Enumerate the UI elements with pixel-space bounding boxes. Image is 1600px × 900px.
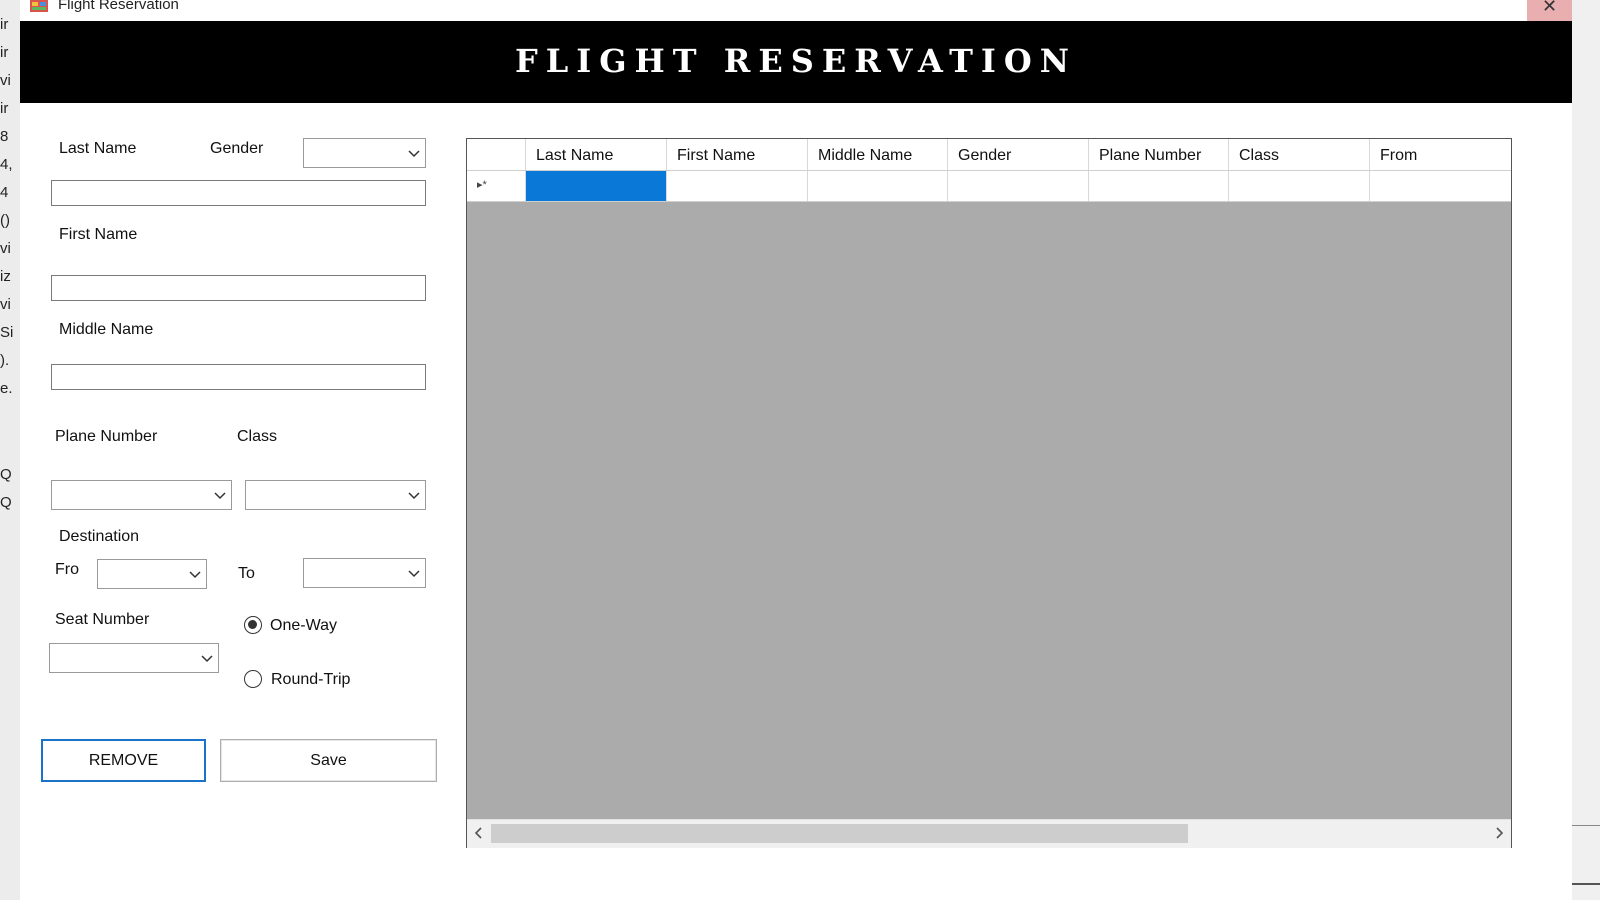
one-way-label[interactable]: One-Way <box>270 617 337 635</box>
class-dropdown[interactable] <box>245 480 426 510</box>
first-name-label: First Name <box>59 226 138 243</box>
background-text: ). <box>0 352 10 369</box>
background-text: 8 <box>0 128 9 145</box>
background-text: Q <box>0 466 12 483</box>
table-cell[interactable] <box>947 171 1088 201</box>
background-divider <box>1572 883 1600 885</box>
table-cell[interactable] <box>1088 171 1228 201</box>
header-banner: FLIGHT RESERVATION <box>20 21 1572 103</box>
table-cell[interactable] <box>1369 171 1511 201</box>
table-row[interactable]: ▸* <box>467 171 1511 202</box>
seat-number-dropdown[interactable] <box>49 643 219 673</box>
table-cell[interactable] <box>525 171 666 201</box>
scroll-left-icon[interactable] <box>472 826 486 840</box>
column-header-first-name[interactable]: First Name <box>666 139 807 170</box>
banner-title: FLIGHT RESERVATION <box>515 42 1077 80</box>
reservations-grid[interactable]: Last Name First Name Middle Name Gender … <box>466 138 1512 848</box>
chevron-down-icon <box>408 570 420 578</box>
close-button[interactable]: ✕ <box>1527 0 1572 21</box>
column-header-from[interactable]: From <box>1369 139 1511 170</box>
background-text: Q <box>0 494 12 511</box>
from-dropdown[interactable] <box>97 559 207 589</box>
to-label: To <box>238 565 255 582</box>
chevron-down-icon <box>189 571 201 579</box>
horizontal-scrollbar[interactable] <box>467 819 1511 848</box>
background-text: vi <box>0 296 11 313</box>
background-text: 4 <box>0 184 9 201</box>
middle-name-input[interactable] <box>51 364 426 390</box>
destination-label: Destination <box>59 528 140 545</box>
row-header[interactable]: ▸* <box>467 171 525 201</box>
background-text: iz <box>0 268 11 285</box>
last-name-label: Last Name <box>59 140 137 157</box>
row-header-corner[interactable] <box>467 139 525 170</box>
new-row-indicator-icon: ▸* <box>477 179 487 191</box>
plane-number-label: Plane Number <box>55 428 158 445</box>
to-dropdown[interactable] <box>303 558 426 588</box>
background-text: ir <box>0 100 9 117</box>
background-text: ir <box>0 44 9 61</box>
app-icon <box>30 0 48 12</box>
column-header-class[interactable]: Class <box>1228 139 1369 170</box>
flight-reservation-window: Flight Reservation ✕ FLIGHT RESERVATION … <box>20 0 1572 900</box>
close-icon: ✕ <box>1541 0 1558 16</box>
column-header-last-name[interactable]: Last Name <box>525 139 666 170</box>
table-cell[interactable] <box>666 171 807 201</box>
chevron-down-icon <box>408 150 420 158</box>
background-text: e. <box>0 380 13 397</box>
background-text: ir <box>0 16 9 33</box>
save-button[interactable]: Save <box>220 739 437 782</box>
column-header-gender[interactable]: Gender <box>947 139 1088 170</box>
chevron-down-icon <box>408 492 420 500</box>
window-title: Flight Reservation <box>58 0 179 13</box>
background-text: () <box>0 212 10 229</box>
chevron-down-icon <box>214 492 226 500</box>
background-text: Si <box>0 324 14 341</box>
middle-name-label: Middle Name <box>59 321 154 338</box>
last-name-input[interactable] <box>51 180 426 206</box>
title-bar[interactable]: Flight Reservation ✕ <box>20 0 1572 21</box>
table-cell[interactable] <box>1228 171 1369 201</box>
round-trip-radio[interactable] <box>244 670 262 688</box>
table-cell[interactable] <box>807 171 947 201</box>
background-text: vi <box>0 72 11 89</box>
one-way-radio[interactable] <box>244 616 262 634</box>
class-label: Class <box>237 428 278 445</box>
radio-selected-dot <box>248 620 257 629</box>
grid-header-row: Last Name First Name Middle Name Gender … <box>467 139 1511 171</box>
background-editor-strip: ir ir vi ir 8 4, 4 () vi iz vi Si ). e. … <box>0 0 20 900</box>
scrollbar-thumb[interactable] <box>491 824 1188 843</box>
chevron-down-icon <box>201 655 213 663</box>
from-label: Fro <box>55 561 79 578</box>
column-header-middle-name[interactable]: Middle Name <box>807 139 947 170</box>
first-name-input[interactable] <box>51 275 426 301</box>
background-divider <box>1572 825 1600 826</box>
background-right-strip <box>1572 0 1600 900</box>
scroll-right-icon[interactable] <box>1492 826 1506 840</box>
background-text: vi <box>0 240 11 257</box>
gender-label: Gender <box>210 140 264 157</box>
background-text: 4, <box>0 156 13 173</box>
gender-dropdown[interactable] <box>303 138 426 168</box>
remove-button[interactable]: REMOVE <box>41 739 206 782</box>
round-trip-label[interactable]: Round-Trip <box>271 671 350 689</box>
seat-number-label: Seat Number <box>55 611 150 628</box>
plane-number-dropdown[interactable] <box>51 480 232 510</box>
column-header-plane-number[interactable]: Plane Number <box>1088 139 1228 170</box>
